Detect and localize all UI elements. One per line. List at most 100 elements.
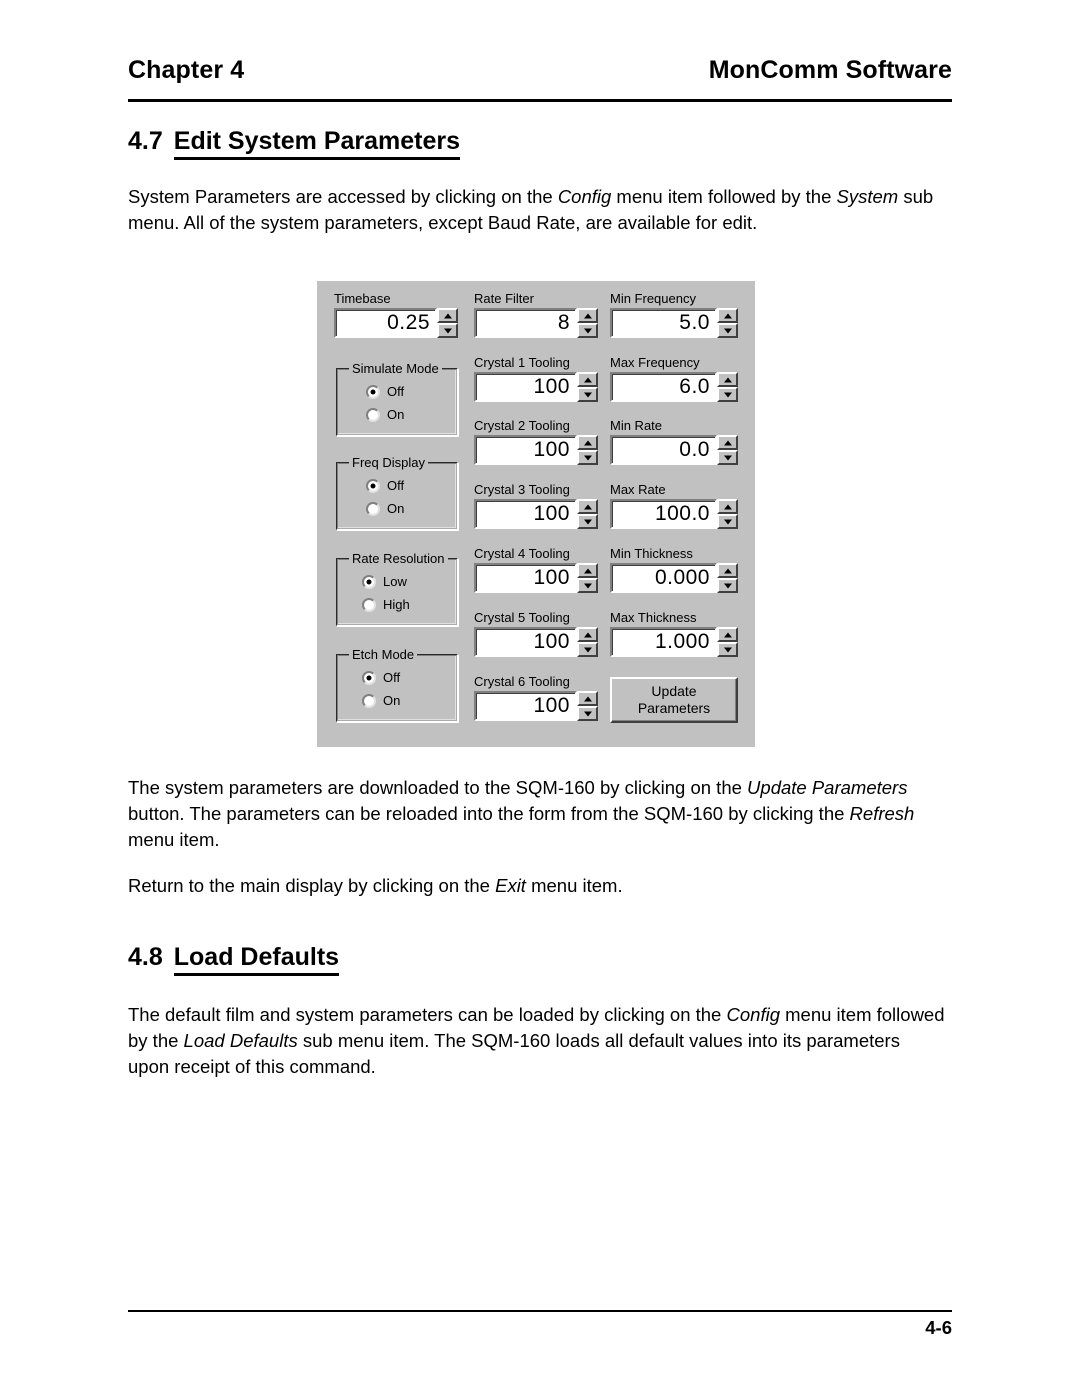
crystal-3-spin-down-icon[interactable] — [577, 514, 598, 529]
update-parameters-button[interactable]: Update Parameters — [610, 677, 738, 723]
rate-filter-value[interactable]: 8 — [474, 308, 577, 338]
radio-selected-icon[interactable] — [366, 384, 380, 399]
crystal-1-spin-buttons[interactable] — [577, 372, 598, 402]
timebase-spin-down-icon[interactable] — [437, 323, 458, 338]
radio-unselected-icon[interactable] — [362, 597, 376, 612]
crystal-2-spin-down-icon[interactable] — [577, 450, 598, 465]
rate-resolution-option-low[interactable]: Low — [362, 574, 407, 589]
rate-filter-spin-down-icon[interactable] — [577, 323, 598, 338]
min-frequency-spinner[interactable]: 5.0 — [610, 308, 738, 338]
min-rate-spin-buttons[interactable] — [717, 435, 738, 465]
min-thickness-spin-buttons[interactable] — [717, 563, 738, 593]
max-frequency-spinner[interactable]: 6.0 — [610, 372, 738, 402]
paragraph-load-defaults: The default film and system parameters c… — [128, 1002, 946, 1080]
min-frequency-label: Min Frequency — [610, 291, 696, 306]
freq-display-option-on[interactable]: On — [366, 501, 404, 516]
para1-text-b: menu item followed by the — [611, 186, 837, 207]
radio-selected-icon[interactable] — [362, 670, 376, 685]
crystal-4-spin-buttons[interactable] — [577, 563, 598, 593]
crystal-1-tooling-spinner[interactable]: 100 — [474, 372, 598, 402]
crystal-4-spin-up-icon[interactable] — [577, 563, 598, 578]
max-thickness-spin-up-icon[interactable] — [717, 627, 738, 642]
para2-emphasis-refresh: Refresh — [849, 803, 915, 824]
crystal-3-spin-up-icon[interactable] — [577, 499, 598, 514]
crystal-5-spin-down-icon[interactable] — [577, 642, 598, 657]
crystal-2-spin-up-icon[interactable] — [577, 435, 598, 450]
freq-display-option-off[interactable]: Off — [366, 478, 404, 493]
min-thickness-value[interactable]: 0.000 — [610, 563, 717, 593]
para1-text-a: System Parameters are accessed by clicki… — [128, 186, 558, 207]
timebase-spin-buttons[interactable] — [437, 308, 458, 338]
min-thickness-spinner[interactable]: 0.000 — [610, 563, 738, 593]
crystal-2-tooling-spinner[interactable]: 100 — [474, 435, 598, 465]
crystal-1-spin-down-icon[interactable] — [577, 387, 598, 402]
crystal-6-spin-down-icon[interactable] — [577, 706, 598, 721]
crystal-1-tooling-value[interactable]: 100 — [474, 372, 577, 402]
rate-filter-spinner[interactable]: 8 — [474, 308, 598, 338]
max-thickness-spinner[interactable]: 1.000 — [610, 627, 738, 657]
crystal-1-spin-up-icon[interactable] — [577, 372, 598, 387]
timebase-value[interactable]: 0.25 — [334, 308, 437, 338]
crystal-2-spin-buttons[interactable] — [577, 435, 598, 465]
etch-mode-option-off[interactable]: Off — [362, 670, 400, 685]
crystal-2-tooling-value[interactable]: 100 — [474, 435, 577, 465]
timebase-spin-up-icon[interactable] — [437, 308, 458, 323]
paragraph-system-parameters-intro: System Parameters are accessed by clicki… — [128, 184, 946, 236]
crystal-4-tooling-spinner[interactable]: 100 — [474, 563, 598, 593]
timebase-spinner[interactable]: 0.25 — [334, 308, 458, 338]
max-frequency-spin-buttons[interactable] — [717, 372, 738, 402]
min-rate-spinner[interactable]: 0.0 — [610, 435, 738, 465]
radio-unselected-icon[interactable] — [362, 693, 376, 708]
radio-selected-icon[interactable] — [366, 478, 380, 493]
crystal-5-spin-buttons[interactable] — [577, 627, 598, 657]
min-frequency-value[interactable]: 5.0 — [610, 308, 717, 338]
max-rate-spin-down-icon[interactable] — [717, 514, 738, 529]
max-rate-spinner[interactable]: 100.0 — [610, 499, 738, 529]
running-header: Chapter 4 MonComm Software — [128, 56, 952, 85]
min-frequency-spin-up-icon[interactable] — [717, 308, 738, 323]
crystal-3-spin-buttons[interactable] — [577, 499, 598, 529]
min-frequency-spin-down-icon[interactable] — [717, 323, 738, 338]
max-thickness-spin-buttons[interactable] — [717, 627, 738, 657]
min-thickness-spin-down-icon[interactable] — [717, 578, 738, 593]
min-rate-spin-down-icon[interactable] — [717, 450, 738, 465]
radio-unselected-icon[interactable] — [366, 407, 380, 422]
max-frequency-spin-down-icon[interactable] — [717, 387, 738, 402]
max-rate-spin-up-icon[interactable] — [717, 499, 738, 514]
min-frequency-spin-buttons[interactable] — [717, 308, 738, 338]
section-number-4-8: 4.8 — [128, 943, 163, 971]
rate-resolution-option-low-label: Low — [383, 574, 407, 589]
rate-filter-spin-buttons[interactable] — [577, 308, 598, 338]
crystal-4-tooling-value[interactable]: 100 — [474, 563, 577, 593]
max-frequency-spin-up-icon[interactable] — [717, 372, 738, 387]
max-thickness-value[interactable]: 1.000 — [610, 627, 717, 657]
max-thickness-spin-down-icon[interactable] — [717, 642, 738, 657]
etch-mode-option-on[interactable]: On — [362, 693, 400, 708]
rate-filter-spin-up-icon[interactable] — [577, 308, 598, 323]
simulate-mode-option-on[interactable]: On — [366, 407, 404, 422]
crystal-5-spin-up-icon[interactable] — [577, 627, 598, 642]
rate-resolution-option-high[interactable]: High — [362, 597, 410, 612]
min-thickness-spin-up-icon[interactable] — [717, 563, 738, 578]
etch-mode-option-on-label: On — [383, 693, 401, 708]
max-rate-value[interactable]: 100.0 — [610, 499, 717, 529]
simulate-mode-option-off[interactable]: Off — [366, 384, 404, 399]
max-rate-spin-buttons[interactable] — [717, 499, 738, 529]
max-rate-label: Max Rate — [610, 482, 666, 497]
min-rate-value[interactable]: 0.0 — [610, 435, 717, 465]
radio-selected-icon[interactable] — [362, 574, 376, 589]
para3-text-b: menu item. — [525, 875, 623, 896]
crystal-4-spin-down-icon[interactable] — [577, 578, 598, 593]
crystal-6-tooling-value[interactable]: 100 — [474, 691, 577, 721]
crystal-5-tooling-value[interactable]: 100 — [474, 627, 577, 657]
etch-mode-title: Etch Mode — [349, 647, 418, 662]
crystal-3-tooling-value[interactable]: 100 — [474, 499, 577, 529]
crystal-5-tooling-spinner[interactable]: 100 — [474, 627, 598, 657]
max-frequency-value[interactable]: 6.0 — [610, 372, 717, 402]
crystal-6-spin-up-icon[interactable] — [577, 691, 598, 706]
crystal-6-tooling-spinner[interactable]: 100 — [474, 691, 598, 721]
min-rate-spin-up-icon[interactable] — [717, 435, 738, 450]
crystal-6-spin-buttons[interactable] — [577, 691, 598, 721]
radio-unselected-icon[interactable] — [366, 501, 380, 516]
crystal-3-tooling-spinner[interactable]: 100 — [474, 499, 598, 529]
